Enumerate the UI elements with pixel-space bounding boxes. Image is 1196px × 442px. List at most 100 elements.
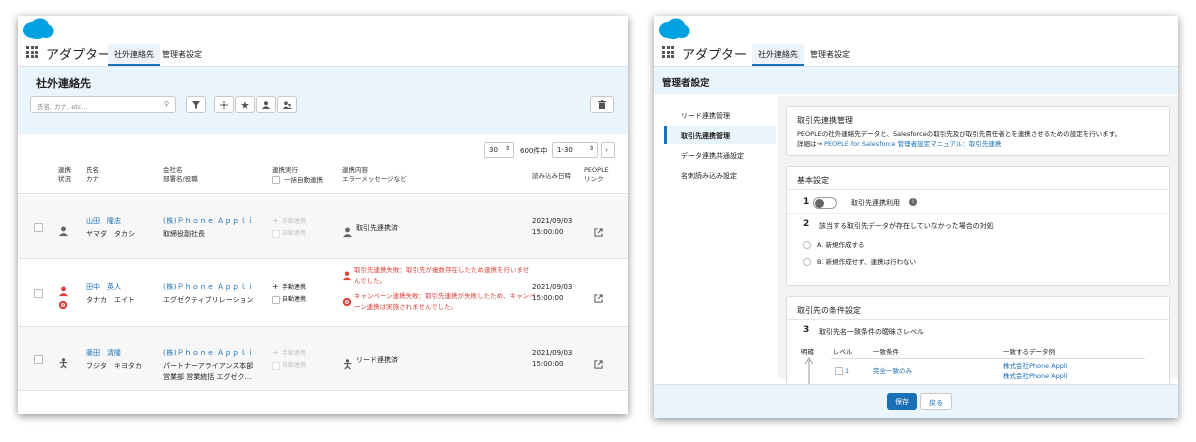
external-link-icon[interactable] <box>594 288 606 303</box>
basic-settings-title: 基本設定 <box>797 176 829 185</box>
manual-link[interactable]: PEOPLE for Salesforce 管理者設定マニュアル：取引先連携 <box>824 140 1001 148</box>
search-input[interactable]: 氏名, カナ, etc... ⚲ <box>30 96 176 113</box>
external-link-icon[interactable] <box>594 222 606 237</box>
nav-lead-sync[interactable]: リード連携管理 <box>664 106 776 124</box>
table-row[interactable]: 市川 幸子イチカワ サチコ(株)Ｐｈｏｎｅ Ａｐｐｌｉキャンペーン連携済2021… <box>18 391 628 414</box>
col-company: 会社名 部署名/役職 <box>163 166 198 183</box>
contacts-window: アダプター 社外連絡先 管理者設定 社外連絡先 氏名, カナ, etc... ⚲ <box>18 16 628 414</box>
tab-external-contacts[interactable]: 社外連絡先 <box>108 44 160 66</box>
import-time: 15:00:00 <box>532 294 564 302</box>
condition-card: 取引先の条件設定 3 取引先名一致条件の曖昧さレベル 明確 レベル 一致条件 一… <box>786 296 1170 397</box>
import-time: 15:00:00 <box>532 360 564 368</box>
nav-account-sync[interactable]: 取引先連携管理 <box>664 126 776 144</box>
col-auto-all: 一括自動連携 <box>284 176 323 184</box>
footer-bar: 保存 戻る <box>654 384 1178 418</box>
person-error-icon <box>342 266 354 281</box>
error-message: キャンペーン連携失敗：取引先連携が失敗したため、キャンペーン連携は実施されません… <box>354 292 536 311</box>
page-title: 管理者設定 <box>662 78 710 89</box>
contact-kana: フジタ キヨタカ <box>86 362 142 370</box>
option-a-label: A. 新規作成する <box>817 241 865 249</box>
manual-sync-button[interactable]: 手動連携 <box>282 216 306 227</box>
save-button[interactable]: 保存 <box>887 393 917 410</box>
page-size-select[interactable]: 30 ⇕ <box>484 142 514 158</box>
manual-sync-button[interactable]: 手動連携 <box>282 282 306 293</box>
detail-prefix: 詳細は→ <box>797 140 822 148</box>
star-button[interactable] <box>235 96 255 113</box>
company-name[interactable]: (株)Ｐｈｏｎｅ Ａｐｐｌｉ <box>163 216 255 227</box>
auto-all-checkbox[interactable] <box>272 176 280 184</box>
row-checkbox[interactable] <box>34 355 43 364</box>
divider <box>787 213 1169 214</box>
back-button[interactable]: 戻る <box>920 393 952 410</box>
app-name: アダプター <box>46 48 112 63</box>
top-bar: アダプター 社外連絡先 管理者設定 <box>18 16 628 66</box>
company-name[interactable]: (株)Ｐｈｏｎｅ Ａｐｐｌｉ <box>163 348 255 359</box>
department: エグゼクティブリレーション <box>163 296 254 304</box>
sync-button[interactable] <box>214 96 234 113</box>
tab-admin-settings[interactable]: 管理者設定 <box>156 44 208 66</box>
app-name: アダプター <box>682 48 748 63</box>
auto-sync-checkbox[interactable] <box>272 230 280 238</box>
level-1-condition: 完全一致のみ <box>873 367 912 375</box>
section-title: 取引先連携管理 <box>797 116 853 125</box>
app-launcher-icon[interactable] <box>662 46 674 58</box>
contact-name[interactable]: 山田 隆志 <box>86 216 121 227</box>
col-date: 読み込み日時 <box>532 172 571 180</box>
page-header: 社外連絡先 氏名, カナ, etc... ⚲ <box>18 66 628 134</box>
nav-card-import[interactable]: 名刺読み込み設定 <box>664 166 776 184</box>
tab-admin-settings[interactable]: 管理者設定 <box>804 44 856 66</box>
col-content: 連携内容 エラーメッセージなど <box>342 166 407 183</box>
contact-name[interactable]: 藤田 清隆 <box>86 348 121 359</box>
app-launcher-icon[interactable] <box>26 46 38 58</box>
option-b-radio[interactable] <box>803 258 811 266</box>
item2-label: 該当する取引先データが存在していなかった場合の対処 <box>819 222 994 230</box>
department: 取締役副社長 <box>163 230 205 238</box>
level-1-checkbox[interactable] <box>835 367 843 375</box>
auto-sync-checkbox[interactable] <box>272 296 280 304</box>
divider <box>831 358 1145 359</box>
star-icon <box>241 100 249 109</box>
page-range-select[interactable]: 1-30 ⇕ <box>552 142 598 158</box>
settings-nav: リード連携管理 取引先連携管理 データ連携共通設定 名刺読み込み設定 <box>654 96 776 378</box>
col-name: 氏名 カナ <box>86 166 99 183</box>
company-name[interactable]: (株)Ｐｈｏｎｅ Ａｐｐｌｉ <box>163 282 255 293</box>
toggle-knob <box>815 199 824 208</box>
nav-data-common[interactable]: データ連携共通設定 <box>664 146 776 164</box>
next-page-button[interactable]: › <box>601 142 615 158</box>
delete-button[interactable] <box>590 96 614 113</box>
info-icon[interactable]: i <box>909 198 917 206</box>
table-row[interactable]: 山田 隆志 ヤマダ タカシ (株)Ｐｈｏｎｅ Ａｐｐｌｉ 取締役副社長 + 手動連携 自動連… <box>18 195 628 259</box>
option-b-label: B. 新規作成せず、連携は行わない <box>817 258 917 266</box>
account-sync-toggle[interactable] <box>813 197 837 209</box>
item1-label: 取引先連携利用 <box>851 199 900 207</box>
contact-kana: タナカ エイト <box>86 296 135 304</box>
auto-sync-label: 自動連携 <box>282 230 307 237</box>
table-row[interactable]: 田中 英人 タナカ エイト (株)Ｐｈｏｎｅ Ａｐｐｌｉ エグゼクティブリレーション +… <box>18 259 628 327</box>
plus-icon: + <box>272 348 279 357</box>
manual-sync-button[interactable]: 手動連携 <box>282 348 306 359</box>
auto-sync-checkbox[interactable] <box>272 362 280 370</box>
total-count: 600件中 <box>520 147 548 155</box>
item2-number: 2 <box>803 219 810 229</box>
table-row[interactable]: 藤田 清隆フジタ キヨタカ (株)Ｐｈｏｎｅ Ａｐｐｌｉ パートナーアライアンス本部… <box>18 327 628 391</box>
tab-external-contacts[interactable]: 社外連絡先 <box>752 44 804 66</box>
import-time: 15:00:00 <box>532 228 564 236</box>
col-level: レベル <box>833 348 853 356</box>
row-checkbox[interactable] <box>34 223 43 232</box>
error-circle-icon <box>58 295 70 310</box>
sync-icon <box>220 100 228 109</box>
salesforce-logo-icon <box>23 18 54 39</box>
external-link-icon[interactable] <box>594 354 606 369</box>
person-icon <box>58 222 70 237</box>
person-group-button[interactable] <box>277 96 297 113</box>
option-a-radio[interactable] <box>803 241 811 249</box>
row-checkbox[interactable] <box>34 289 43 298</box>
divider <box>787 189 1169 190</box>
department: パートナーアライアンス本部 営業部 営業統括 エグゼク… <box>163 362 254 381</box>
filter-button[interactable] <box>186 96 206 113</box>
person-button[interactable] <box>256 96 276 113</box>
col-examples: 一致するデータ例 <box>1003 348 1055 356</box>
sync-message: リード連携済 <box>356 356 398 364</box>
contact-name[interactable]: 田中 英人 <box>86 282 121 293</box>
section-description: PEOPLEの社外連絡先データと、Salesforceの取引先及び取引先責任者と… <box>797 130 1122 138</box>
